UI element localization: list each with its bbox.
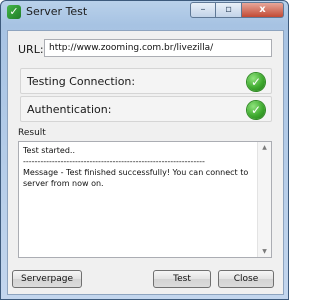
check-icon: ✓ [247, 73, 265, 91]
testing-connection-row: Testing Connection: ✓ [20, 68, 272, 94]
result-textarea[interactable]: Test started.. -------------------------… [18, 141, 272, 258]
check-icon: ✓ [247, 101, 265, 119]
dialog-body: URL: Testing Connection: ✓ Authenticatio… [7, 30, 284, 295]
result-scrollbar[interactable]: ▲ ▼ [257, 142, 271, 257]
scroll-down-arrow-icon[interactable]: ▼ [258, 246, 271, 257]
authentication-label: Authentication: [27, 103, 112, 116]
window-controls: – ▫ x [190, 2, 284, 19]
scroll-up-arrow-icon[interactable]: ▲ [258, 142, 271, 153]
authentication-row: Authentication: ✓ [20, 96, 272, 122]
testing-connection-label: Testing Connection: [27, 75, 136, 88]
result-label: Result [18, 128, 46, 138]
url-label: URL: [18, 43, 44, 56]
result-text: Test started.. -------------------------… [23, 146, 249, 188]
test-button[interactable]: Test [153, 270, 211, 288]
server-test-window: ✓ Server Test – ▫ x URL: Testing Connect… [0, 0, 289, 300]
title-bar[interactable]: ✓ Server Test – ▫ x [1, 1, 288, 23]
close-window-button[interactable]: x [242, 2, 284, 18]
serverpage-button[interactable]: Serverpage [12, 270, 82, 288]
window-title: Server Test [26, 5, 88, 18]
app-icon: ✓ [7, 5, 21, 19]
maximize-button[interactable]: ▫ [216, 2, 242, 18]
close-button[interactable]: Close [218, 270, 274, 288]
url-input[interactable] [44, 39, 272, 57]
minimize-button[interactable]: – [190, 2, 216, 18]
